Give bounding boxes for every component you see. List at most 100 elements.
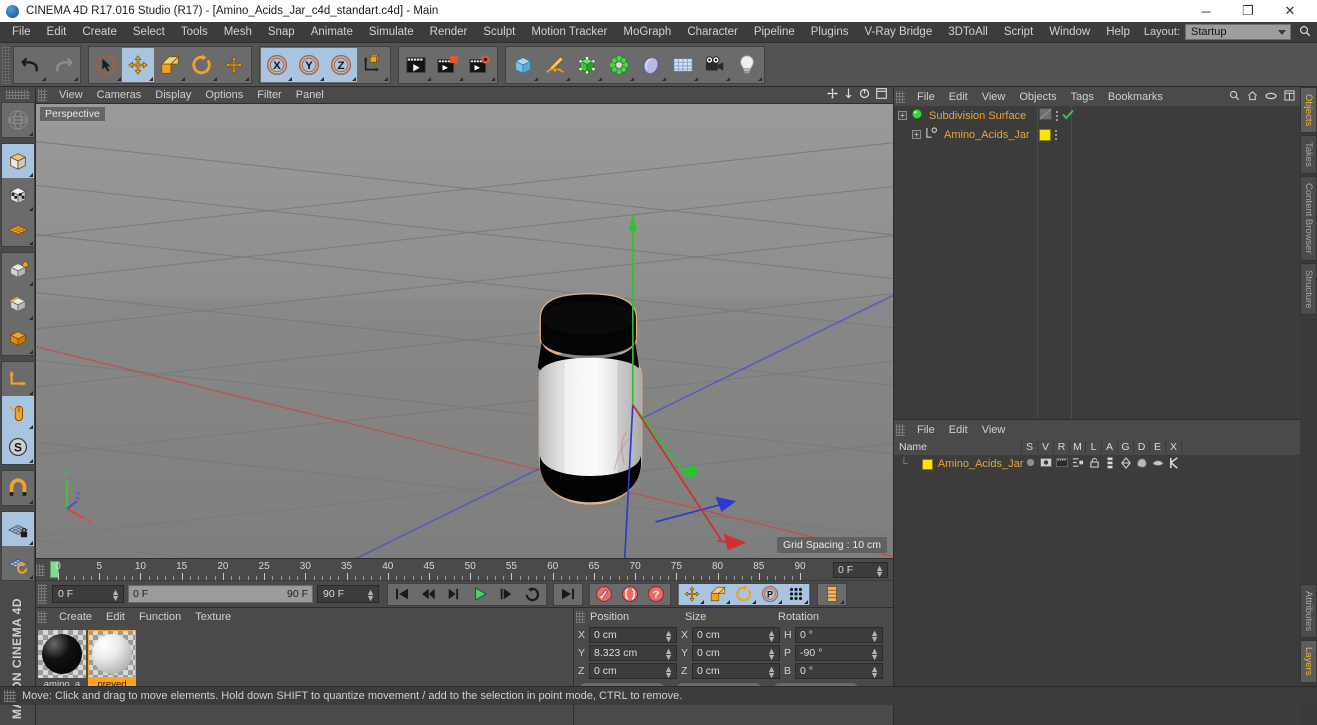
menu-3dtoall[interactable]: 3DToAll [940, 24, 996, 40]
edges-mode-icon[interactable] [1, 287, 34, 321]
timeline-ruler[interactable]: 0 5 10 15 20 25 30 35 40 45 50 55 60 65 70 75 80 85 90 0 F… [36, 558, 893, 580]
mograph-icon[interactable] [603, 47, 635, 82]
menu-script[interactable]: Script [996, 24, 1041, 40]
right-tab-structure[interactable]: Structure [1300, 262, 1317, 316]
coordinates-grip[interactable] [576, 610, 585, 623]
material-item[interactable]: preved [88, 630, 136, 691]
nurbs-icon[interactable] [571, 47, 603, 82]
pla-key-icon[interactable] [783, 583, 809, 605]
layer-col-e[interactable]: E [1150, 441, 1166, 453]
viewport-grip[interactable] [38, 89, 47, 101]
pan-icon[interactable] [827, 88, 838, 102]
previous-frame-icon[interactable] [441, 583, 467, 605]
material-menu-function[interactable]: Function [132, 611, 188, 623]
keyframe-selection-icon[interactable]: ? [643, 583, 669, 605]
model-mode-icon[interactable] [1, 144, 34, 178]
coord-field[interactable]: 0 ° ▲ ▼ [795, 627, 883, 644]
layer-expression-icon[interactable] [1152, 458, 1164, 471]
coord-field[interactable]: -90 ° ▲ ▼ [795, 645, 883, 662]
material-preview[interactable] [88, 630, 136, 678]
search-icon[interactable] [1229, 90, 1240, 104]
preview-range-slider[interactable]: 0 F 90 F [128, 585, 313, 603]
axis-mode-icon[interactable] [1, 362, 34, 396]
layer-col-x[interactable]: X [1166, 441, 1182, 453]
spinner-icon[interactable]: ▲ ▼ [111, 588, 120, 603]
viewport-globe-icon[interactable] [1, 103, 34, 137]
material-menu-create[interactable]: Create [52, 611, 99, 623]
coord-field[interactable]: 0 cm ▲ ▼ [692, 627, 780, 644]
layer-col-a[interactable]: A [1102, 441, 1118, 453]
right-tab-layers[interactable]: Layers [1300, 640, 1317, 683]
rotation-key-icon[interactable] [731, 583, 757, 605]
coord-field[interactable]: 8.323 cm ▲ ▼ [589, 645, 677, 662]
go-to-start-icon[interactable] [389, 583, 415, 605]
display-tag-icon[interactable] [1039, 108, 1052, 123]
play-forward-icon[interactable] [467, 583, 493, 605]
layer-col-d[interactable]: D [1134, 441, 1150, 453]
menu-file[interactable]: File [4, 24, 39, 40]
lock-workplane-icon[interactable] [1, 512, 34, 546]
layer-visible-icon[interactable] [1040, 457, 1052, 471]
layer-row[interactable]: └ Amino_Acids_Jar [894, 455, 1300, 473]
texture-mode-icon[interactable] [1, 178, 34, 212]
material-item[interactable]: amino_a [38, 630, 86, 691]
link-icon[interactable] [1265, 91, 1277, 103]
zoom-icon[interactable] [844, 88, 853, 102]
render-settings-icon[interactable] [464, 47, 496, 82]
move-axis-icon[interactable] [218, 47, 250, 82]
undo-icon[interactable] [15, 47, 47, 82]
menu-mograph[interactable]: MoGraph [615, 24, 679, 40]
menu-pipeline[interactable]: Pipeline [746, 24, 803, 40]
material-menu-texture[interactable]: Texture [188, 611, 238, 623]
fit-icon[interactable] [1284, 89, 1295, 104]
object-tags[interactable] [1039, 108, 1074, 123]
camera-icon[interactable] [699, 47, 731, 82]
light-icon[interactable] [731, 47, 763, 82]
menu-animate[interactable]: Animate [303, 24, 361, 40]
expand-toggle-icon[interactable]: + [898, 111, 907, 120]
viewport-3d[interactable]: Y X Z Perspective Grid Spacing: 10 cm [36, 104, 893, 558]
menu-snap[interactable]: Snap [260, 24, 303, 40]
points-mode-icon[interactable] [1, 253, 34, 287]
menu-plugins[interactable]: Plugins [803, 24, 857, 40]
layer-render-icon[interactable] [1056, 457, 1068, 471]
layer-deformer-icon[interactable] [1136, 457, 1148, 472]
layer-manager-grip[interactable] [896, 423, 905, 436]
object-manager-tree[interactable]: + Subdivision Surface + Amino_Acids_Jar [894, 106, 1300, 419]
viewport-menu-cameras[interactable]: Cameras [90, 89, 149, 101]
layer-animation-icon[interactable] [1106, 457, 1114, 472]
menu-help[interactable]: Help [1098, 24, 1138, 40]
next-frame-icon[interactable] [493, 583, 519, 605]
layer-col-l[interactable]: L [1086, 441, 1102, 453]
material-list[interactable]: amino_a preved [36, 625, 573, 691]
end-frame-field[interactable]: 90 F ▲ ▼ [317, 585, 379, 603]
spinner-icon[interactable]: ▲ ▼ [664, 629, 673, 644]
left-palette-grip[interactable] [5, 90, 30, 99]
menu-v-ray-bridge[interactable]: V-Ray Bridge [856, 24, 940, 40]
param-key-icon[interactable]: P [757, 583, 783, 605]
viewport-menu-panel[interactable]: Panel [289, 89, 331, 101]
render-view-icon[interactable] [400, 47, 432, 82]
deformer-icon[interactable] [635, 47, 667, 82]
checkmark-tag-icon[interactable] [1062, 109, 1074, 123]
layer-col-r[interactable]: R [1054, 441, 1070, 453]
rotate-icon[interactable] [186, 47, 218, 82]
spinner-icon[interactable]: ▲ ▼ [664, 665, 673, 680]
material-manager-grip[interactable] [38, 610, 47, 623]
autokey-icon[interactable] [617, 583, 643, 605]
object-menu-objects[interactable]: Objects [1012, 91, 1063, 103]
spinner-icon[interactable]: ▲ ▼ [767, 647, 776, 662]
search-icon[interactable] [1299, 25, 1311, 40]
viewport-menu-display[interactable]: Display [148, 89, 198, 101]
transport-grip[interactable] [38, 584, 47, 604]
scale-icon[interactable] [154, 47, 186, 82]
rotate-icon[interactable] [859, 88, 870, 102]
viewport-menu-filter[interactable]: Filter [250, 89, 288, 101]
layer-lock-icon[interactable] [1089, 457, 1100, 471]
spinner-icon[interactable]: ▲ ▼ [366, 588, 375, 603]
object-menu-tags[interactable]: Tags [1064, 91, 1101, 103]
layer-menu-view[interactable]: View [975, 424, 1013, 436]
layer-col-m[interactable]: M [1070, 441, 1086, 453]
menu-create[interactable]: Create [74, 24, 125, 40]
spline-pen-icon[interactable] [539, 47, 571, 82]
